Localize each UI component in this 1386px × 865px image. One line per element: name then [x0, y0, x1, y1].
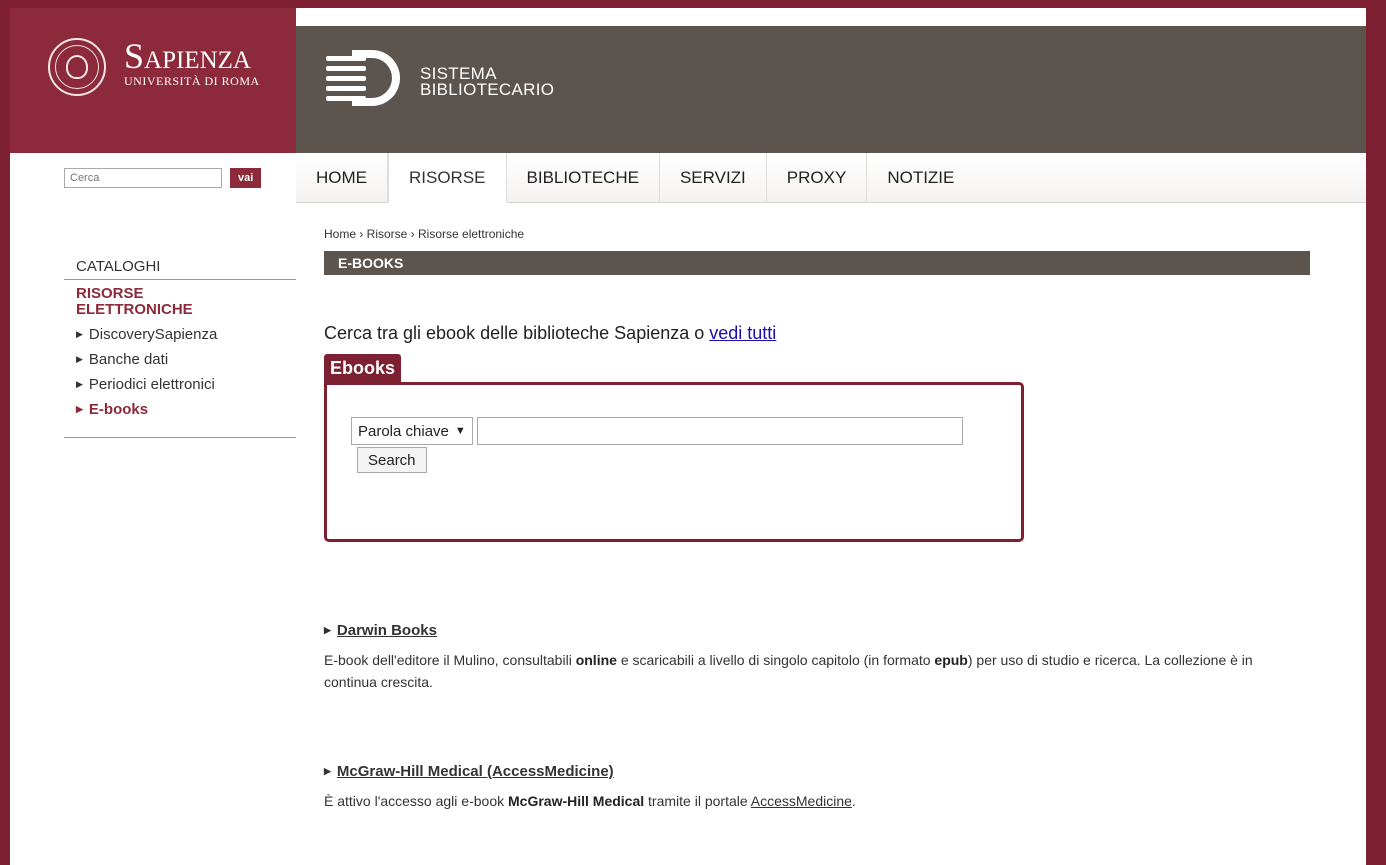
- accessmedicine-link[interactable]: AccessMedicine: [751, 793, 852, 809]
- ebook-intro: Cerca tra gli ebook delle biblioteche Sa…: [324, 323, 1310, 344]
- resource-description: È attivo l'accesso agli e-book McGraw-Hi…: [324, 790, 1304, 812]
- triangle-right-icon: ▶: [76, 329, 83, 339]
- university-seal-icon: [48, 38, 106, 96]
- brand-name: Sapienza: [124, 36, 251, 76]
- nav-notizie[interactable]: NOTIZIE: [867, 153, 974, 203]
- site-search: vai: [10, 153, 296, 203]
- sidebar-item-label: E-books: [88, 401, 149, 418]
- sidebar-section-risorse-elettroniche[interactable]: RISORSE ELETTRONICHE: [64, 280, 296, 322]
- triangle-right-icon: ▶: [324, 625, 331, 635]
- ebook-search-box: Parola chiave ▼ Search: [324, 382, 1024, 542]
- sidebar: CATALOGHI RISORSE ELETTRONICHE ▶ Discove…: [64, 248, 296, 438]
- sidebar-section-line1: RISORSE: [76, 285, 144, 302]
- dropdown-arrow-icon: ▼: [454, 425, 466, 437]
- triangle-right-icon: ▶: [76, 404, 83, 414]
- breadcrumb[interactable]: Home › Risorse › Risorse elettroniche: [324, 227, 1310, 241]
- resource-entry: ▶ McGraw-Hill Medical (AccessMedicine) È…: [324, 763, 1310, 812]
- nav-servizi[interactable]: SERVIZI: [660, 153, 767, 203]
- site-search-button[interactable]: vai: [230, 168, 262, 188]
- select-value: Parola chiave: [358, 422, 449, 440]
- library-book-icon: [326, 50, 400, 106]
- sidebar-item-banche-dati[interactable]: ▶ Banche dati: [64, 347, 296, 372]
- resource-title: ▶ McGraw-Hill Medical (AccessMedicine): [324, 763, 1310, 780]
- ebooks-tab[interactable]: Ebooks: [324, 354, 402, 382]
- library-system-title[interactable]: SISTEMA BIBLIOTECARIO: [420, 65, 555, 99]
- desc-text: e scaricabili a livello di singolo capit…: [616, 652, 935, 668]
- sidebar-item-label: Periodici elettronici: [88, 376, 215, 393]
- nav-biblioteche[interactable]: BIBLIOTECHE: [507, 153, 660, 203]
- triangle-right-icon: ▶: [76, 379, 83, 389]
- intro-text: Cerca tra gli ebook delle biblioteche Sa…: [324, 323, 710, 343]
- sidebar-divider: [64, 428, 296, 438]
- triangle-right-icon: ▶: [324, 766, 331, 776]
- sidebar-item-label: Banche dati: [88, 351, 169, 368]
- nav-home[interactable]: HOME: [296, 153, 388, 203]
- desc-text: tramite il portale: [644, 793, 751, 809]
- view-all-link[interactable]: vedi tutti: [709, 323, 776, 343]
- main-nav: HOME RISORSE BIBLIOTECHE SERVIZI PROXY N…: [296, 153, 1366, 203]
- desc-text: È attivo l'accesso agli e-book: [324, 793, 508, 809]
- sidebar-item-e-books[interactable]: ▶ E-books: [64, 397, 296, 422]
- site-search-input[interactable]: [64, 168, 222, 188]
- sidebar-item-label: DiscoverySapienza: [88, 326, 218, 343]
- sidebar-section-line2: ELETTRONICHE: [76, 301, 193, 318]
- sidebar-item-periodici-elettronici[interactable]: ▶ Periodici elettronici: [64, 372, 296, 397]
- system-title-line2: BIBLIOTECARIO: [420, 80, 555, 99]
- ebook-search-button[interactable]: Search: [357, 447, 427, 473]
- sapienza-logo[interactable]: Sapienza Università di Roma: [10, 8, 296, 153]
- page: Sapienza Università di Roma SISTEMA BIBL…: [10, 8, 1366, 865]
- sidebar-item-discoverysapienza[interactable]: ▶ DiscoverySapienza: [64, 322, 296, 347]
- resource-description: E-book dell'editore il Mulino, consultab…: [324, 649, 1304, 693]
- desc-text: E-book dell'editore il Mulino, consultab…: [324, 652, 576, 668]
- desc-bold: epub: [934, 652, 968, 668]
- desc-text: .: [851, 793, 856, 809]
- nav-risorse[interactable]: RISORSE: [388, 153, 507, 203]
- triangle-right-icon: ▶: [76, 354, 83, 364]
- resource-entry: ▶ Darwin Books E-book dell'editore il Mu…: [324, 622, 1310, 693]
- main-content: Home › Risorse › Risorse elettroniche E-…: [324, 227, 1310, 812]
- ebook-search-input[interactable]: [476, 417, 963, 445]
- sidebar-item-cataloghi[interactable]: CATALOGHI: [64, 248, 296, 280]
- brand-subtitle: Università di Roma: [124, 74, 260, 88]
- nav-proxy[interactable]: PROXY: [767, 153, 868, 203]
- darwin-books-link[interactable]: Darwin Books: [337, 622, 437, 639]
- page-title: E-BOOKS: [324, 251, 1310, 275]
- mcgraw-hill-link[interactable]: McGraw-Hill Medical (AccessMedicine): [337, 763, 614, 780]
- resource-title: ▶ Darwin Books: [324, 622, 1310, 639]
- search-field-select[interactable]: Parola chiave ▼: [351, 417, 473, 445]
- library-system-header: SISTEMA BIBLIOTECARIO: [296, 26, 1366, 153]
- desc-bold: McGraw-Hill Medical: [508, 793, 645, 809]
- desc-bold: online: [575, 652, 617, 668]
